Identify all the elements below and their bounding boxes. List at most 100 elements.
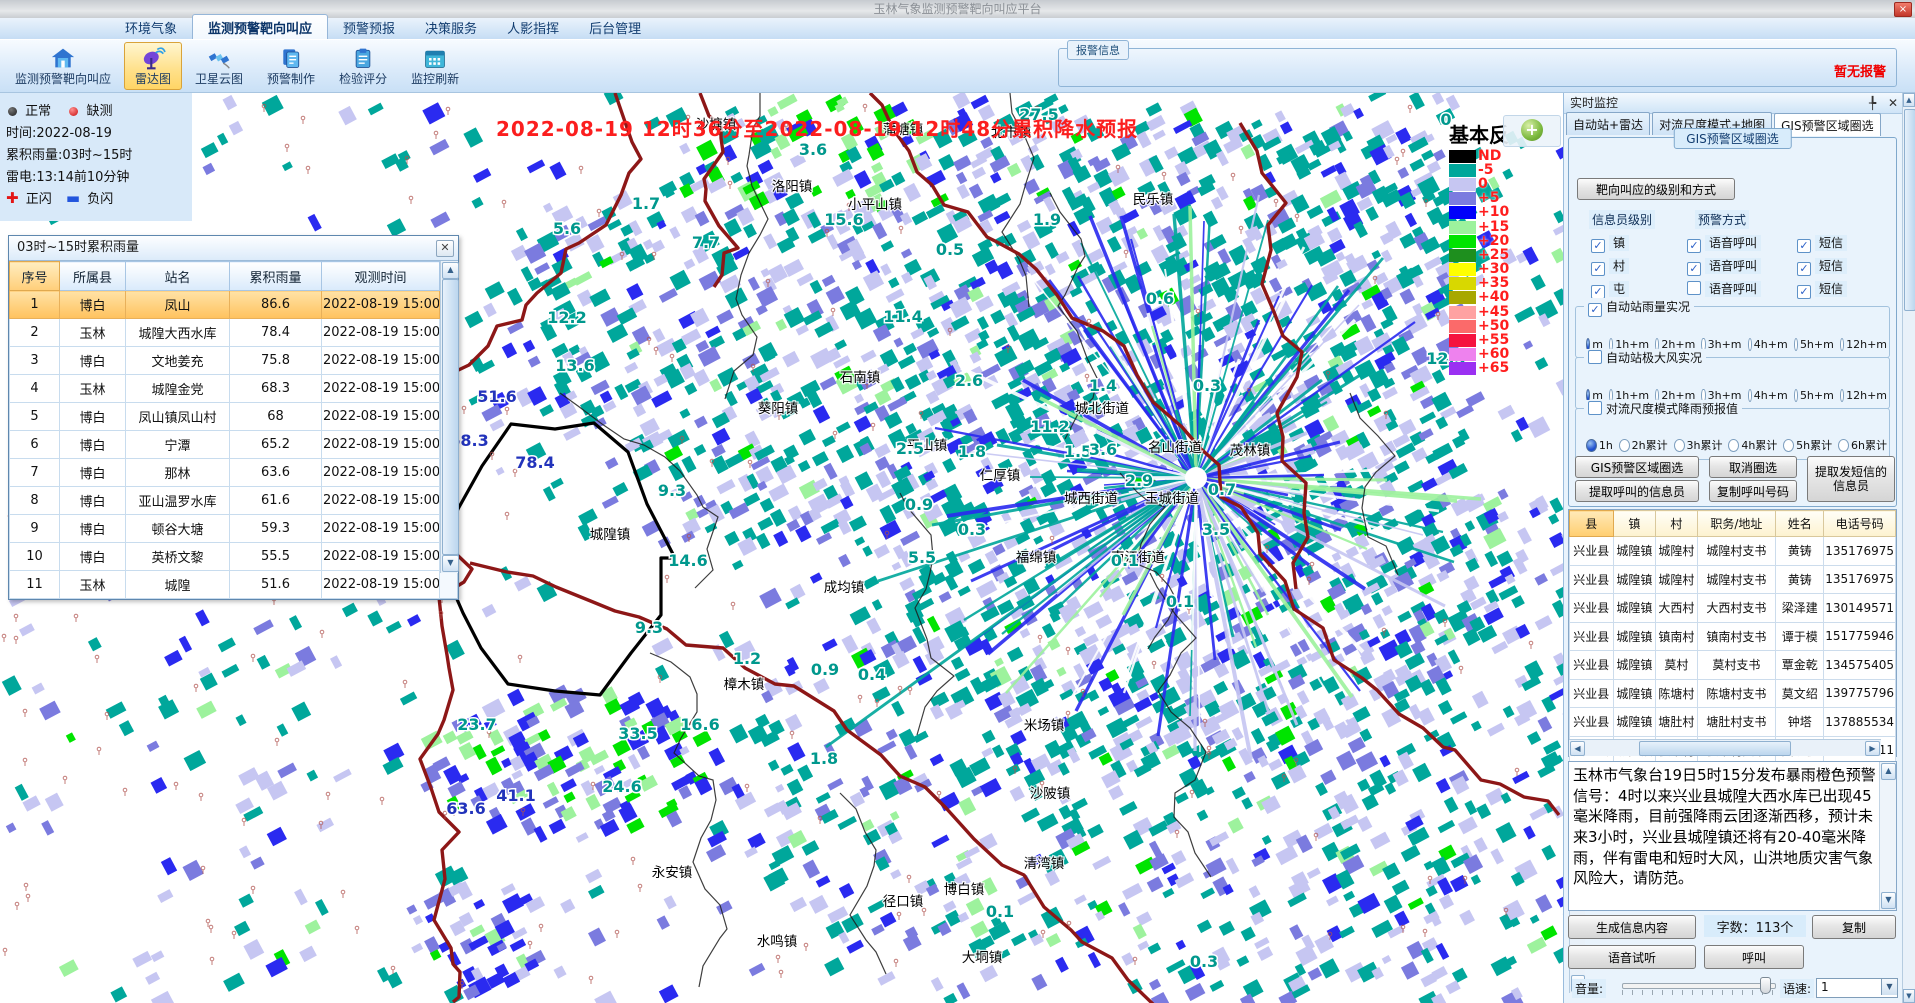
scroll-down-icon[interactable]: ▼ xyxy=(1903,989,1915,1003)
rain-table-row[interactable]: 2玉林城隍大西水库78.42022-08-19 15:00 xyxy=(10,319,440,347)
rain-table-row[interactable]: 8博白亚山温罗水库61.62022-08-19 15:00 xyxy=(10,487,440,515)
radio-icon[interactable] xyxy=(1783,439,1794,452)
radio-icon[interactable] xyxy=(1586,439,1597,452)
radio-icon[interactable] xyxy=(1619,439,1630,452)
extract-sms-button[interactable]: 提取发短信的信息员 xyxy=(1807,456,1895,502)
checkbox-icon[interactable]: ✓ xyxy=(1687,239,1701,253)
call-button[interactable]: 呼叫 xyxy=(1704,945,1804,969)
contact-row[interactable]: 兴业县城隍镇塘肚村塘肚村支书钟塔137885534 xyxy=(1570,708,1896,737)
checkbox-icon[interactable]: ✓ xyxy=(1591,285,1605,299)
rain-table-row[interactable]: 4玉林城隍金党68.32022-08-19 15:00 xyxy=(10,375,440,403)
radio-icon[interactable] xyxy=(1674,439,1685,452)
rain-window-close-icon[interactable]: ✕ xyxy=(436,240,454,257)
menu-tab-2[interactable]: 预警预报 xyxy=(328,15,410,39)
menu-tab-1[interactable]: 监测预警靶向叫应 xyxy=(192,14,328,39)
contacts-hscrollbar[interactable]: ◀ ▶ xyxy=(1569,739,1881,756)
scroll-up-icon[interactable]: ▲ xyxy=(442,262,459,279)
radio-icon[interactable] xyxy=(1794,389,1798,402)
checkbox-icon[interactable]: ✓ xyxy=(1797,285,1811,299)
menu-tab-5[interactable]: 后台管理 xyxy=(574,15,656,39)
checkbox-icon[interactable] xyxy=(1588,350,1602,364)
contacts-col-header[interactable]: 姓名 xyxy=(1776,511,1824,537)
warning-message-text[interactable]: 玉林市气象台19日5时15分发布暴雨橙色预警信号：4时以来兴业县城隍大西水库已出… xyxy=(1573,765,1876,907)
radar-map[interactable]: 沙塘镇蒲塘镇北市镇洛阳镇小平山镇民乐镇石南镇葵阳镇平山镇仁厚镇城北街道名山街道城… xyxy=(0,93,1563,1003)
toolbar-button-1[interactable]: 雷达图 xyxy=(124,42,182,90)
rain-table-row[interactable]: 3博白文地姜充75.82022-08-19 15:00 xyxy=(10,347,440,375)
copy-numbers-button[interactable]: 复制呼叫号码 xyxy=(1709,480,1797,502)
gis-select-button[interactable]: GIS预警区域圈选 xyxy=(1575,456,1699,478)
scroll-left-icon[interactable]: ◀ xyxy=(1570,741,1585,756)
scroll-down-icon[interactable]: ▼ xyxy=(1881,892,1896,909)
rain-table-row[interactable]: 7博白那林63.62022-08-19 15:00 xyxy=(10,459,440,487)
scroll-thumb[interactable] xyxy=(1639,741,1791,756)
toolbar-button-2[interactable]: 卫星云图 xyxy=(184,42,254,90)
scroll-thumb[interactable] xyxy=(442,279,459,555)
contact-row[interactable]: 兴业县城隍镇镇南村镇南村支书谭于模151775946 xyxy=(1570,622,1896,651)
message-scrollbar[interactable]: ▲ ▼ xyxy=(1879,762,1896,910)
volume-slider[interactable] xyxy=(1622,983,1776,989)
checkbox-icon[interactable]: ✓ xyxy=(1588,303,1602,317)
rain-col-header[interactable]: 站名 xyxy=(126,262,230,291)
toolbar-button-5[interactable]: 监控刷新 xyxy=(400,42,470,90)
radio-icon[interactable] xyxy=(1794,338,1798,351)
scroll-up-icon[interactable]: ▲ xyxy=(1881,763,1896,780)
contacts-col-header[interactable]: 电话号码 xyxy=(1824,511,1896,537)
rain-col-header[interactable]: 观测时间 xyxy=(322,262,440,291)
radio-icon[interactable] xyxy=(1840,338,1844,351)
voice-preview-button[interactable]: 语音试听 xyxy=(1568,945,1696,969)
contact-row[interactable]: 兴业县城隍镇陈塘村陈塘村支书莫文绍139775796 xyxy=(1570,679,1896,708)
pin-icon[interactable]: ╄ xyxy=(1869,96,1876,110)
cancel-select-button[interactable]: 取消圈选 xyxy=(1709,456,1797,478)
panel-vscrollbar[interactable]: ▲ ▼ xyxy=(1902,93,1915,1003)
panel-close-icon[interactable]: ✕ xyxy=(1888,96,1898,110)
rain-table-row[interactable]: 6博白宁潭65.22022-08-19 15:00 xyxy=(10,431,440,459)
volume-slider-thumb[interactable] xyxy=(1760,977,1771,994)
contact-row[interactable]: 兴业县城隍镇大西村大西村支书梁泽建130149571 xyxy=(1570,594,1896,623)
rain-table-scrollbar[interactable]: ▲ ▼ xyxy=(440,261,458,573)
contacts-col-header[interactable]: 村 xyxy=(1656,511,1697,537)
radio-icon[interactable] xyxy=(1748,338,1752,351)
checkbox-icon[interactable]: ✓ xyxy=(1687,262,1701,276)
toolbar-button-4[interactable]: 检验评分 xyxy=(328,42,398,90)
speed-select[interactable]: 1 ▼ xyxy=(1816,978,1898,998)
call-level-button[interactable]: 靶向叫应的级别和方式 xyxy=(1577,178,1735,200)
toolbar-button-3[interactable]: 预警制作 xyxy=(256,42,326,90)
rain-col-header[interactable]: 序号 xyxy=(10,262,60,291)
checkbox-icon[interactable]: ✓ xyxy=(1591,262,1605,276)
rain-table-row[interactable]: 1博白凤山86.62022-08-19 15:00 xyxy=(10,291,440,319)
radio-icon[interactable] xyxy=(1838,439,1849,452)
checkbox-icon[interactable]: ✓ xyxy=(1591,239,1605,253)
checkbox-icon[interactable]: ✓ xyxy=(1797,262,1811,276)
window-close-button[interactable]: × xyxy=(1894,2,1912,17)
scroll-down-icon[interactable]: ▼ xyxy=(442,555,459,572)
toolbar-button-0[interactable]: 监测预警靶向叫应 xyxy=(4,42,122,90)
radio-icon[interactable] xyxy=(1748,389,1752,402)
rain-col-header[interactable]: 所属县 xyxy=(60,262,126,291)
contact-row[interactable]: 兴业县城隍镇莫村莫村支书覃金乾134575405 xyxy=(1570,651,1896,680)
scroll-up-icon[interactable]: ▲ xyxy=(1903,93,1915,107)
scroll-right-icon[interactable]: ▶ xyxy=(1865,741,1880,756)
copy-button[interactable]: 复制 xyxy=(1812,915,1896,939)
contacts-col-header[interactable]: 县 xyxy=(1570,511,1614,537)
menu-tab-0[interactable]: 环境气象 xyxy=(110,15,192,39)
menu-tab-4[interactable]: 人影指挥 xyxy=(492,15,574,39)
rain-table-row[interactable]: 9博白顿谷大塘59.32022-08-19 15:00 xyxy=(10,515,440,543)
rain-table-row[interactable]: 5博白凤山镇凤山村682022-08-19 15:00 xyxy=(10,403,440,431)
contacts-col-header[interactable]: 镇 xyxy=(1613,511,1656,537)
menu-tab-3[interactable]: 决策服务 xyxy=(410,15,492,39)
rain-col-header[interactable]: 累积雨量 xyxy=(230,262,322,291)
checkbox-icon[interactable]: ✓ xyxy=(1797,239,1811,253)
zoom-in-button[interactable]: + xyxy=(1503,115,1561,147)
rain-table-row[interactable]: 10博白英桥文黎55.52022-08-19 15:00 xyxy=(10,543,440,571)
scroll-thumb[interactable] xyxy=(1904,109,1915,311)
radio-icon[interactable] xyxy=(1728,439,1739,452)
contact-row[interactable]: 兴业县城隍镇城隍村城隍村支书黄铸135176975 xyxy=(1570,537,1896,566)
contacts-col-header[interactable]: 职务/地址 xyxy=(1697,511,1776,537)
rain-window-titlebar[interactable]: 03时~15时累积雨量 ✕ xyxy=(9,236,458,261)
extract-call-button[interactable]: 提取呼叫的信息员 xyxy=(1575,480,1699,502)
rain-table-row[interactable]: 11玉林城隍51.62022-08-19 15:00 xyxy=(10,571,440,599)
checkbox-icon[interactable] xyxy=(1687,281,1701,295)
panel-tab-0[interactable]: 自动站+雷达 xyxy=(1566,112,1650,135)
radio-icon[interactable] xyxy=(1840,389,1844,402)
contact-row[interactable]: 兴业县城隍镇城隍村城隍村支书黄铸135176975 xyxy=(1570,565,1896,594)
